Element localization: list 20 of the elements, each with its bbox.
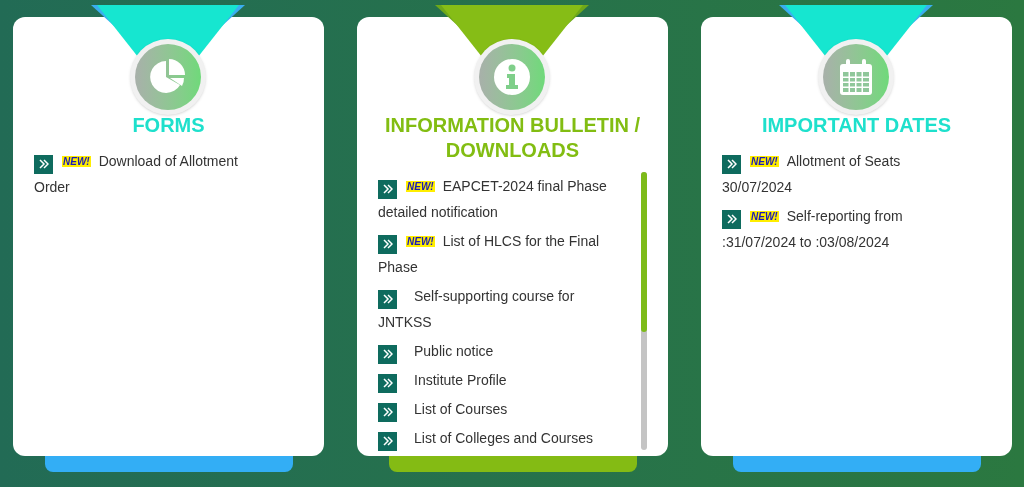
list-link[interactable]: NEW! List of HLCS for the Final Phase (378, 228, 620, 280)
list-link[interactable]: List of Colleges and Courses (378, 425, 620, 451)
list-link[interactable]: NEW! EAPCET-2024 final Phase detailed notification (378, 173, 620, 225)
scrollbar[interactable] (641, 172, 647, 450)
list-link[interactable]: NEW! Allotment of Seats 30/07/2024 (722, 148, 964, 200)
card-title: INFORMATION BULLETIN / DOWNLOADS (383, 113, 642, 163)
new-label: NEW! (750, 211, 779, 222)
list-link[interactable]: Public notice (378, 338, 620, 364)
card-title: FORMS (131, 113, 206, 138)
info-icon (492, 57, 532, 97)
new-label: NEW! (406, 236, 435, 247)
new-label: NEW! (62, 156, 91, 167)
list-link[interactable]: NEW! Download of Allotment Order (34, 148, 276, 200)
new-label: NEW! (406, 181, 435, 192)
new-label: NEW! (750, 156, 779, 167)
list-link[interactable]: Institute Profile (378, 367, 620, 393)
list-link[interactable]: Self-supporting course for JNTKSS (378, 283, 620, 335)
list-link[interactable]: List of Courses (378, 396, 620, 422)
list-link[interactable]: NEW! Self-reporting from :31/07/2024 to :03/08/2024 (722, 203, 964, 255)
card-title: IMPORTANT DATES (760, 113, 953, 138)
